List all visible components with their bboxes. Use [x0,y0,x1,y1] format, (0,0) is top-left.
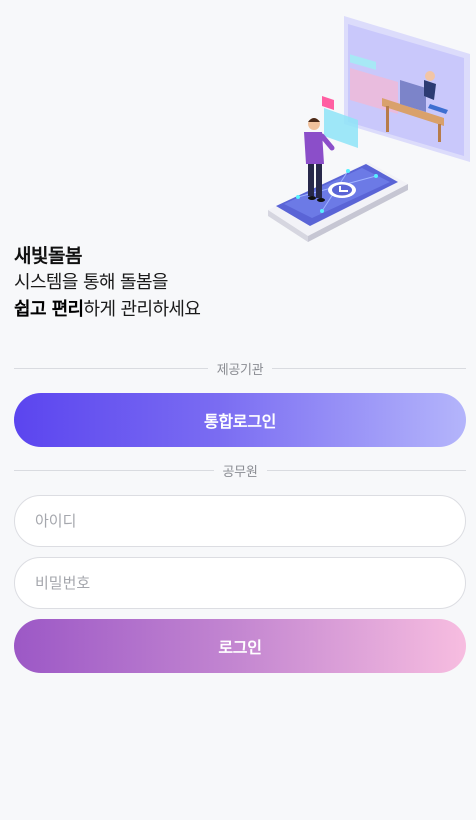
divider-line [14,367,208,369]
intro-text: 새빛돌봄 시스템을 통해 돌봄을 쉽고 편리하게 관리하세요 [14,243,454,323]
brand-title: 새빛돌봄 [14,245,82,267]
intro-highlight: 쉽고 편리 [14,299,84,320]
official-divider-label: 공무원 [222,464,258,480]
hero-illustration [258,14,476,250]
password-input[interactable] [14,557,466,609]
divider-line [266,469,467,471]
intro-line-1: 시스템을 통해 돌봄을 [14,272,168,293]
login-button[interactable]: 로그인 [14,619,466,673]
intro-line-2: 쉽고 편리하게 관리하세요 [14,296,454,323]
official-divider: 공무원 [14,460,467,480]
divider-line [14,469,214,471]
provider-divider: 제공기관 [14,358,467,378]
intro-line-2-rest: 하게 관리하세요 [83,299,201,320]
id-input[interactable] [14,495,466,547]
provider-divider-label: 제공기관 [216,362,264,378]
divider-line [272,367,467,369]
sso-login-button[interactable]: 통합로그인 [14,393,466,447]
login-page: 새빛돌봄 시스템을 통해 돌봄을 쉽고 편리하게 관리하세요 제공기관 통합로그… [0,0,476,820]
